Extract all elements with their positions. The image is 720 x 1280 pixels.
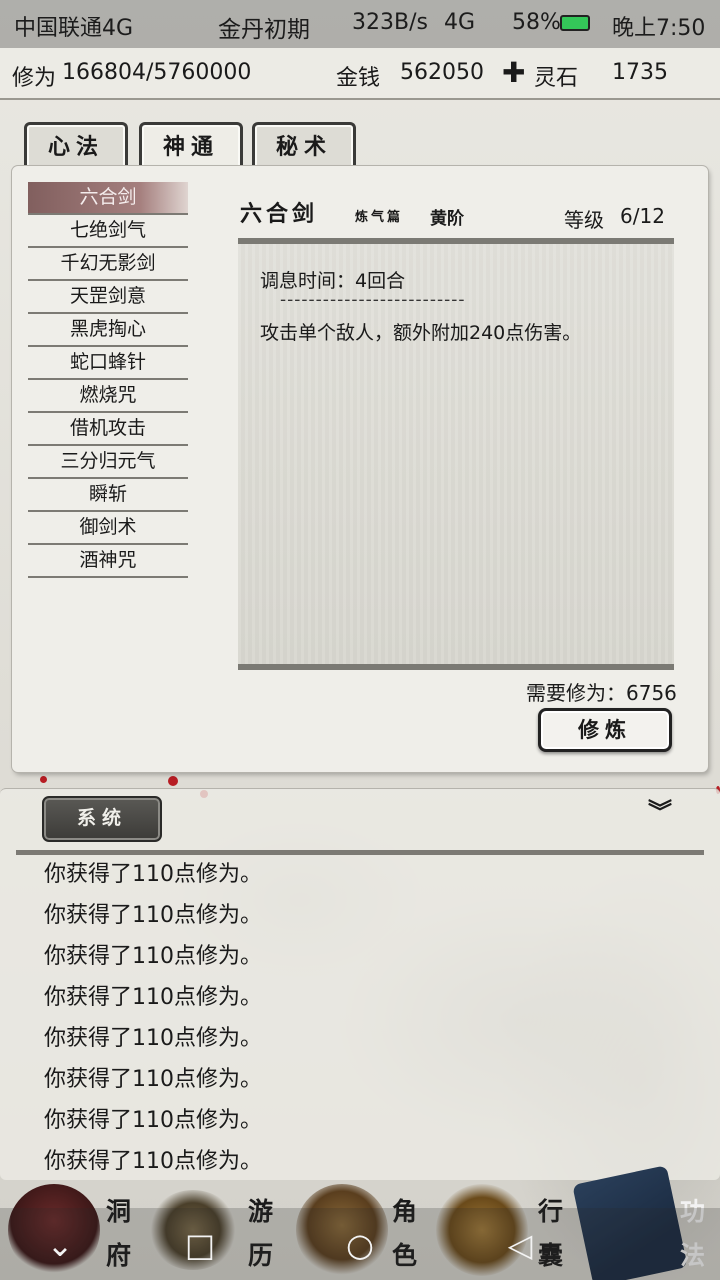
tab-mental-method[interactable]: 心法 (24, 122, 128, 170)
skill-item[interactable]: 酒神咒 (28, 545, 188, 578)
tab-divine-power[interactable]: 神通 (139, 122, 243, 170)
level-value: 6/12 (620, 204, 665, 228)
required-cultivation: 需要修为：6756 (526, 681, 677, 705)
skill-grade: 黄阶 (430, 209, 464, 229)
cultivation-value: 166804/5760000 (62, 60, 252, 85)
skill-item[interactable]: 七绝剑气 (28, 215, 188, 248)
log-line: 你获得了110点修为。 (44, 985, 262, 1010)
skill-item[interactable]: 御剑术 (28, 512, 188, 545)
system-log-panel: 系统 ︾ 你获得了110点修为。 你获得了110点修为。 你获得了110点修为。… (0, 788, 720, 1180)
log-lines: 你获得了110点修为。 你获得了110点修为。 你获得了110点修为。 你获得了… (44, 857, 262, 1185)
skill-item-selected[interactable]: 六合剑 (28, 182, 188, 215)
system-nav-bar: ⌄ ◁ ○ □ (0, 1208, 720, 1280)
train-button[interactable]: 修炼 (538, 708, 672, 752)
recents-icon[interactable]: □ (180, 1226, 220, 1264)
skill-title: 六合剑 (240, 201, 319, 227)
dashed-divider: -------------------------- (280, 290, 466, 310)
skill-item[interactable]: 蛇口蜂针 (28, 347, 188, 380)
skill-item[interactable]: 借机攻击 (28, 413, 188, 446)
money-label: 金钱 (336, 66, 381, 91)
skill-item[interactable]: 天罡剑意 (28, 281, 188, 314)
log-line: 你获得了110点修为。 (44, 1149, 262, 1174)
level-label: 等级 (564, 208, 604, 232)
skill-item[interactable]: 三分归元气 (28, 446, 188, 479)
log-line: 你获得了110点修为。 (44, 1026, 262, 1051)
cooldown-text: 调息时间：4回合 (260, 270, 406, 292)
plum-blossom (40, 776, 47, 783)
hide-nav-icon[interactable]: ⌄ (40, 1226, 80, 1264)
signal-text: 4G (444, 10, 476, 35)
skill-panel: 六合剑 七绝剑气 千幻无影剑 天罡剑意 黑虎掏心 蛇口蜂针 燃烧咒 借机攻击 三… (12, 166, 708, 772)
skill-chapter: 炼气篇 (355, 210, 404, 225)
system-button[interactable]: 系统 (42, 796, 162, 842)
status-bar: 中国联通4G 金丹初期 323B/s 4G 58% 晚上7:50 (0, 0, 720, 48)
carrier-text: 中国联通4G (14, 16, 134, 41)
skill-description-box: 调息时间：4回合 -------------------------- 攻击单个… (238, 238, 674, 670)
realm-text: 金丹初期 (218, 17, 310, 43)
log-line: 你获得了110点修为。 (44, 862, 262, 887)
cultivation-label: 修为 (12, 66, 57, 91)
clock-time: 晚上7:50 (612, 16, 706, 41)
back-icon[interactable]: ◁ (500, 1226, 540, 1264)
spirit-stone-icon: ✚ (502, 56, 526, 89)
network-speed: 323B/s (352, 10, 428, 35)
battery-icon (560, 15, 590, 31)
log-line: 你获得了110点修为。 (44, 1067, 262, 1092)
skill-item[interactable]: 瞬斩 (28, 479, 188, 512)
tab-secret-art[interactable]: 秘术 (252, 122, 356, 170)
skill-item[interactable]: 黑虎掏心 (28, 314, 188, 347)
spirit-stone-label: 灵石 (534, 66, 579, 91)
log-line: 你获得了110点修为。 (44, 903, 262, 928)
skill-item[interactable]: 千幻无影剑 (28, 248, 188, 281)
spirit-stone-value: 1735 (612, 60, 668, 85)
skill-item[interactable]: 燃烧咒 (28, 380, 188, 413)
effect-text: 攻击单个敌人，额外附加240点伤害。 (260, 322, 582, 344)
log-line: 你获得了110点修为。 (44, 1108, 262, 1133)
home-icon[interactable]: ○ (340, 1226, 380, 1264)
money-value: 562050 (400, 60, 484, 85)
battery-percent: 58% (512, 10, 561, 35)
collapse-icon[interactable]: ︾ (640, 800, 680, 831)
log-divider (16, 850, 704, 855)
skill-list: 六合剑 七绝剑气 千幻无影剑 天罡剑意 黑虎掏心 蛇口蜂针 燃烧咒 借机攻击 三… (28, 182, 188, 578)
resource-bar: 修为 166804/5760000 金钱 562050 ✚ 灵石 1735 (0, 48, 720, 100)
plum-blossom (168, 776, 178, 786)
log-line: 你获得了110点修为。 (44, 944, 262, 969)
